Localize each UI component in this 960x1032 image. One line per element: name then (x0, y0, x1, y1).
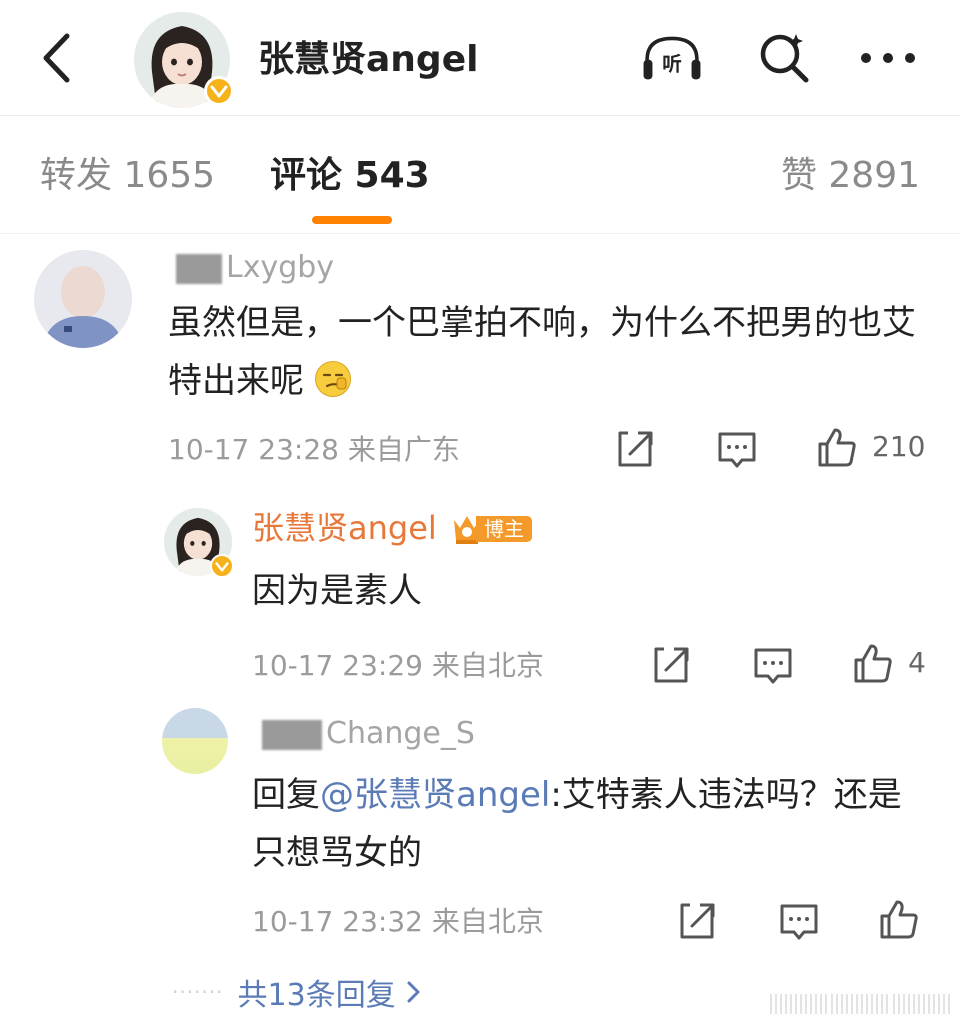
share-button[interactable] (676, 900, 718, 942)
thumbs-up-icon (854, 644, 892, 683)
reply-meta: 10-17 23:32 来自北京 (252, 905, 544, 938)
like-button[interactable]: 4 (852, 642, 926, 684)
verified-badge-icon (210, 554, 234, 578)
thumbs-up-icon (880, 900, 918, 939)
comment-meta: 10-17 23:28 来自广东 (168, 433, 460, 466)
back-button[interactable] (32, 28, 80, 88)
thumbs-up-icon (818, 428, 856, 467)
replier-username[interactable]: Change_S (262, 716, 475, 752)
share-icon (654, 647, 689, 683)
more-button[interactable] (856, 30, 920, 86)
like-count: 4 (908, 646, 926, 679)
mention-link[interactable]: @张慧贤angel (320, 775, 550, 815)
like-button[interactable]: 210 (816, 426, 925, 468)
reply-button[interactable] (752, 644, 794, 686)
reply-button[interactable] (716, 428, 758, 470)
tab-reposts[interactable]: 转发 1655 (40, 154, 215, 198)
like-count: 210 (872, 430, 926, 463)
tab-comments[interactable]: 评论 543 (270, 154, 430, 198)
dotted-leader: ······· (172, 980, 224, 1004)
tab-likes[interactable]: 赞 2891 (781, 154, 920, 198)
search-icon (760, 34, 809, 83)
page-title[interactable]: 张慧贤angel (258, 36, 478, 84)
share-button[interactable] (650, 644, 692, 686)
comment-icon (780, 904, 818, 940)
commenter-username[interactable]: Lxygby (176, 250, 334, 286)
svg-text:听: 听 (662, 52, 682, 75)
headphones-icon: 听 (643, 36, 701, 80)
blogger-reply-avatar[interactable] (164, 508, 234, 578)
listen-button[interactable]: 听 (640, 30, 704, 86)
share-button[interactable] (614, 428, 656, 470)
like-button[interactable] (878, 898, 920, 940)
top-bar: 张慧贤angel 听 (0, 0, 960, 116)
chevron-left-icon (43, 33, 70, 83)
reply-meta: 10-17 23:29 来自北京 (252, 649, 544, 682)
smirk-emoji-icon (314, 361, 351, 397)
replies-count-label: 共13条回复 (237, 978, 396, 1013)
blogger-avatar[interactable] (134, 12, 234, 108)
share-icon (618, 431, 653, 467)
search-button[interactable] (752, 30, 816, 86)
commenter-avatar[interactable] (34, 250, 132, 348)
more-horizontal-icon (861, 53, 915, 63)
blogger-username[interactable]: 张慧贤angel (252, 510, 437, 546)
watermark (770, 994, 950, 1014)
reply-text: 因为是素人 (252, 571, 422, 611)
replier-avatar[interactable] (162, 708, 228, 774)
view-all-replies-link[interactable]: ······· 共13条回复 (172, 972, 422, 1013)
share-icon (680, 903, 715, 939)
comment-icon (718, 432, 756, 468)
active-tab-indicator (312, 216, 392, 224)
verified-badge-icon (204, 76, 234, 106)
blogger-badge: 博主 (452, 512, 532, 546)
reply-button[interactable] (778, 900, 820, 942)
chevron-right-icon (407, 981, 420, 1003)
avatar-portrait (34, 250, 132, 348)
redaction-block (176, 253, 222, 284)
comment-icon (754, 648, 792, 684)
tab-bar: 转发 1655 评论 543 赞 2891 (0, 116, 960, 234)
redaction-block (262, 719, 322, 750)
reply-text: 回复@张慧贤angel:艾特素人违法吗？还是只想骂女的 (252, 775, 902, 873)
comment-text: 虽然但是，一个巴掌拍不响，为什么不把男的也艾特出来呢 (168, 303, 916, 401)
